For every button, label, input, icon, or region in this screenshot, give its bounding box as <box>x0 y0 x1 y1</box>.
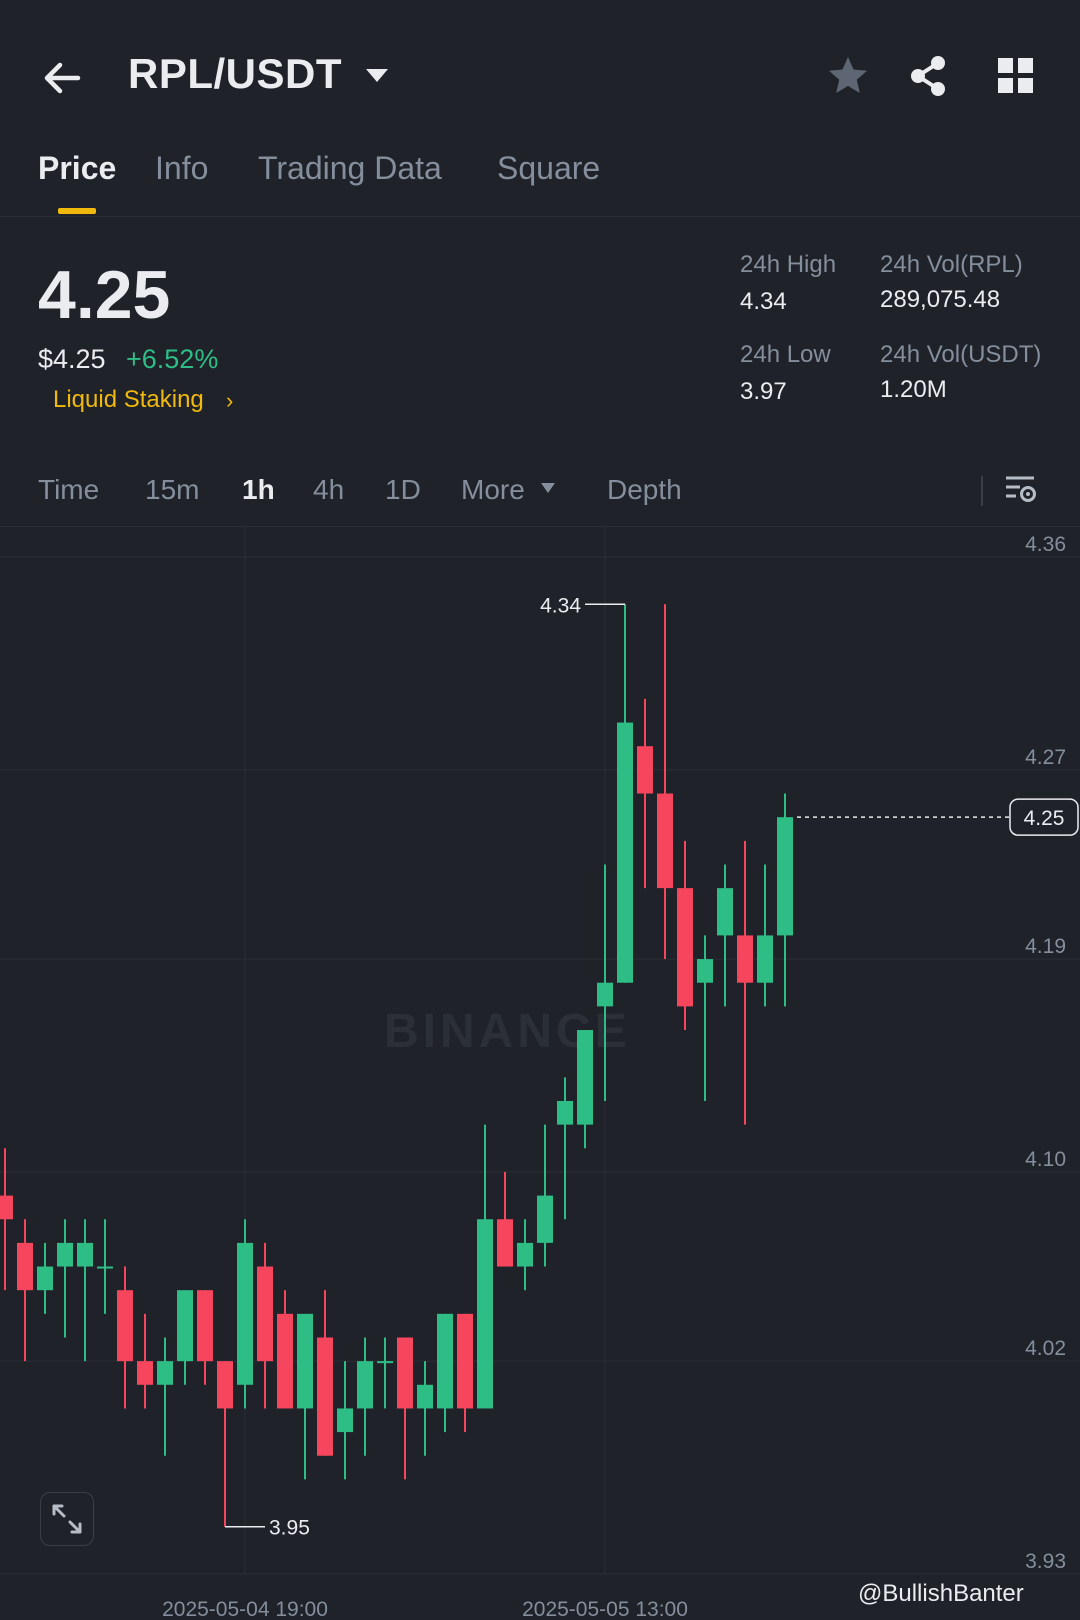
candle-body <box>257 1266 273 1362</box>
candle-body <box>357 1361 373 1409</box>
stat-24h-high-label: 24h High <box>740 251 837 278</box>
candle-body <box>397 1337 413 1409</box>
candle-body <box>757 935 773 983</box>
stat-24h-vol-quote-value: 1.20M <box>880 376 947 403</box>
low-annotation-label: 3.95 <box>269 1517 310 1540</box>
caret-down-icon[interactable] <box>540 482 556 494</box>
tab-info[interactable]: Info <box>155 150 208 187</box>
fullscreen-button[interactable] <box>40 1492 94 1546</box>
candle-body <box>277 1313 293 1409</box>
candle-body <box>717 888 733 936</box>
interval-4h[interactable]: 4h <box>313 474 344 506</box>
category-tag-link[interactable]: Liquid Staking <box>53 386 204 414</box>
stat-24h-low-value: 3.97 <box>740 378 787 405</box>
candle-body <box>97 1266 113 1269</box>
candle-body <box>317 1337 333 1456</box>
candle-body <box>177 1290 193 1362</box>
interval-15m[interactable]: 15m <box>145 474 199 506</box>
candle-body <box>637 746 653 794</box>
high-annotation-label: 4.34 <box>540 594 581 617</box>
candle-body <box>777 817 793 936</box>
trading-pair-title[interactable]: RPL/USDT <box>128 50 342 98</box>
candle-body <box>377 1361 393 1364</box>
author-credit: @BullishBanter <box>858 1580 1024 1607</box>
interval-more[interactable]: More <box>461 474 525 506</box>
tab-price[interactable]: Price <box>38 150 116 187</box>
back-arrow-icon[interactable] <box>40 56 84 100</box>
x-tick-label: 2025-05-04 19:00 <box>162 1598 328 1620</box>
candle-body <box>417 1384 433 1409</box>
chevron-right-icon[interactable]: › <box>226 388 233 414</box>
candle-body <box>497 1219 513 1267</box>
interval-depth[interactable]: Depth <box>607 474 682 506</box>
candle-body <box>157 1361 173 1385</box>
share-icon[interactable] <box>906 54 950 98</box>
usd-price: $4.25 <box>38 344 106 374</box>
candle-body <box>697 959 713 983</box>
candle-body <box>237 1242 253 1385</box>
candle-body <box>437 1313 453 1409</box>
candle-body <box>117 1290 133 1362</box>
y-tick-label: 4.27 <box>1025 746 1066 769</box>
candle-body <box>657 793 673 889</box>
candle-body <box>37 1266 53 1291</box>
y-tick-label: 3.93 <box>1025 1550 1066 1573</box>
tab-square[interactable]: Square <box>497 150 600 187</box>
candle-body <box>17 1242 33 1291</box>
candle-body <box>57 1242 73 1267</box>
candle-body <box>0 1195 13 1220</box>
stat-24h-vol-base-value: 289,075.48 <box>880 286 1001 313</box>
stat-24h-low-label: 24h Low <box>740 341 831 368</box>
y-tick-label: 4.10 <box>1025 1148 1066 1171</box>
divider <box>981 476 983 506</box>
candle-body <box>77 1242 93 1267</box>
candle-body <box>737 935 753 983</box>
candle-body <box>577 1030 593 1125</box>
stat-24h-vol-quote-label: 24h Vol(USDT) <box>880 341 1042 368</box>
stat-24h-vol-base-label: 24h Vol(RPL) <box>880 251 1023 278</box>
caret-down-icon[interactable] <box>364 64 390 86</box>
star-icon[interactable] <box>826 54 870 98</box>
y-tick-label: 4.02 <box>1025 1337 1066 1360</box>
grid-menu-icon[interactable] <box>996 56 1036 96</box>
candle-body <box>557 1100 573 1125</box>
active-tab-indicator <box>58 208 96 214</box>
candle-body <box>537 1195 553 1243</box>
candle-body <box>217 1361 233 1409</box>
candle-body <box>477 1219 493 1409</box>
last-price-marker-label: 4.25 <box>1024 807 1065 830</box>
interval-bar: Time 15m 1h 4h 1D More Depth <box>0 452 1080 527</box>
x-tick-label: 2025-05-05 13:00 <box>522 1598 688 1620</box>
stat-24h-high-value: 4.34 <box>740 288 787 315</box>
candle-body <box>197 1290 213 1362</box>
y-tick-label: 4.19 <box>1025 935 1066 958</box>
candle-body <box>677 888 693 1007</box>
candle-body <box>297 1313 313 1409</box>
candle-body <box>337 1408 353 1433</box>
main-tabs: Price Info Trading Data Square <box>0 140 1080 217</box>
candle-body <box>517 1242 533 1267</box>
candle-body <box>617 722 633 983</box>
interval-1h[interactable]: 1h <box>242 474 275 506</box>
price-change-percent: +6.52% <box>126 344 219 374</box>
expand-icon <box>52 1504 82 1534</box>
candle-body <box>457 1313 473 1409</box>
interval-1d[interactable]: 1D <box>385 474 421 506</box>
last-price: 4.25 <box>38 257 171 333</box>
tab-trading-data[interactable]: Trading Data <box>258 150 442 187</box>
y-tick-label: 4.36 <box>1025 533 1066 556</box>
interval-time[interactable]: Time <box>38 474 99 506</box>
candle-body <box>597 982 613 1007</box>
chart-settings-icon[interactable] <box>1004 472 1038 506</box>
top-bar: RPL/USDT <box>0 0 1080 140</box>
candle-body <box>137 1361 153 1385</box>
candlestick-chart[interactable]: 4.36 4.27 4.19 4.10 4.02 3.93 2025-05-04 19:00… <box>0 527 1080 1620</box>
